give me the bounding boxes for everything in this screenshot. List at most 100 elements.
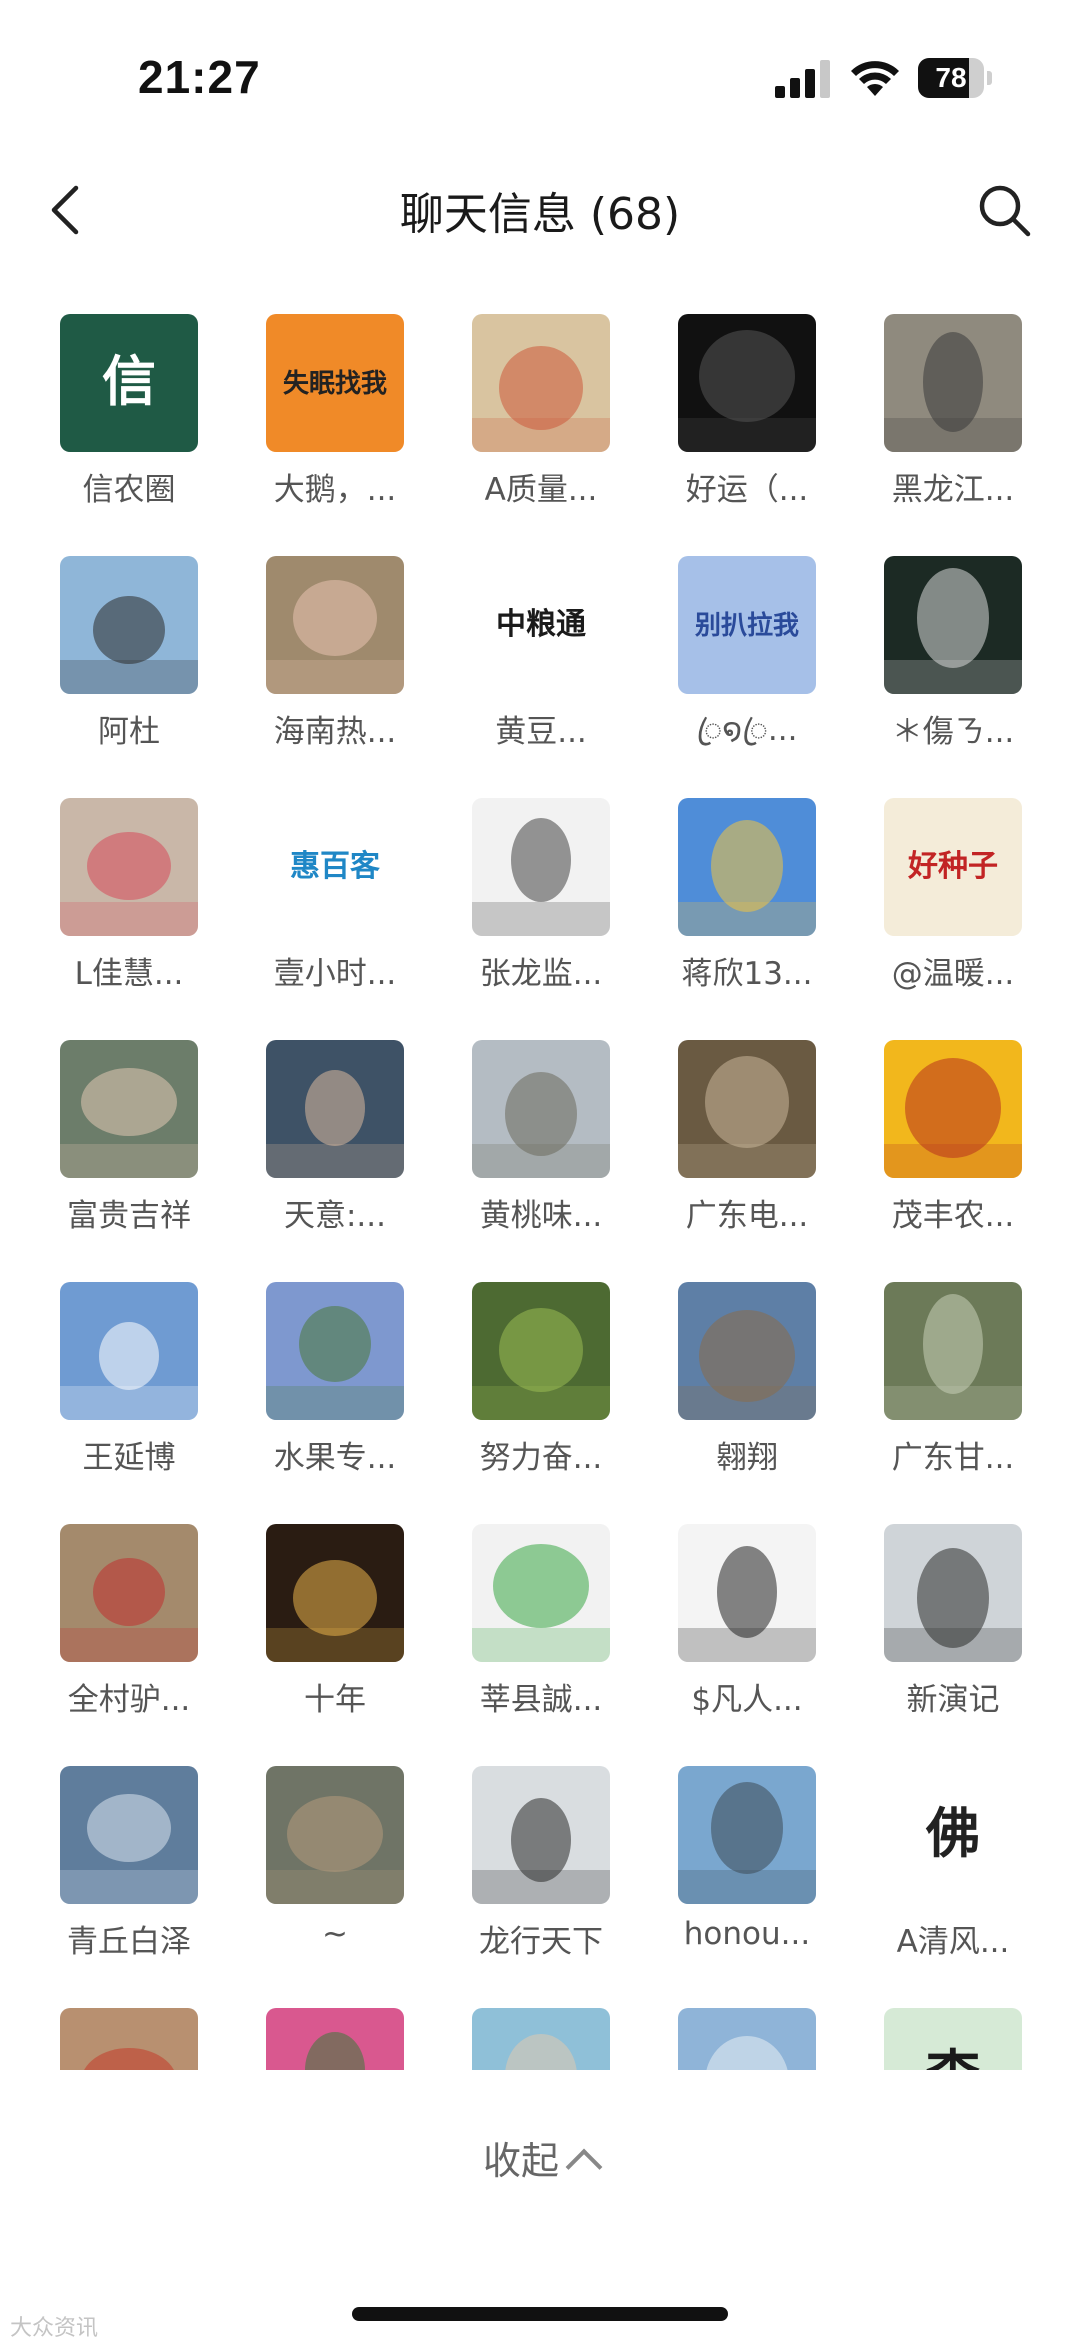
collapse-button[interactable]: 收起 xyxy=(0,2130,1080,2186)
avatar[interactable]: 别扒拉我 xyxy=(678,556,816,694)
avatar[interactable] xyxy=(266,1524,404,1662)
avatar-text: 好种子 xyxy=(907,849,998,884)
avatar[interactable] xyxy=(472,798,610,936)
avatar[interactable] xyxy=(472,2008,610,2070)
home-indicator[interactable] xyxy=(352,2307,728,2321)
avatar[interactable]: 惠百客 xyxy=(266,798,404,936)
avatar[interactable] xyxy=(678,1766,816,1904)
member-item[interactable]: 龙行天下 xyxy=(472,1766,642,1986)
member-name: honou... xyxy=(683,1916,811,1952)
member-item[interactable]: 海南热... xyxy=(266,556,436,776)
avatar[interactable] xyxy=(60,1524,198,1662)
avatar[interactable] xyxy=(60,2008,198,2070)
member-item[interactable]: 天意:... xyxy=(266,1040,436,1260)
avatar[interactable]: 佛 xyxy=(884,1766,1022,1904)
member-name: ＊傷ㄋ... xyxy=(891,714,1015,750)
member-item[interactable] xyxy=(60,2008,230,2070)
member-name: 阿杜 xyxy=(98,714,160,750)
avatar[interactable] xyxy=(60,556,198,694)
avatar[interactable] xyxy=(472,1766,610,1904)
status-bar: 21:27 78 xyxy=(0,0,1080,160)
avatar[interactable] xyxy=(884,1282,1022,1420)
avatar[interactable] xyxy=(678,798,816,936)
member-item[interactable]: ＊傷ㄋ... xyxy=(884,556,1040,776)
avatar[interactable] xyxy=(678,2008,816,2070)
avatar[interactable] xyxy=(472,1524,610,1662)
member-name: 大鹅，... xyxy=(273,472,397,508)
member-name: 新演记 xyxy=(906,1682,1000,1718)
avatar[interactable]: 中粮通 xyxy=(472,556,610,694)
avatar[interactable] xyxy=(884,556,1022,694)
member-item[interactable]: 阿杜 xyxy=(60,556,230,776)
avatar[interactable] xyxy=(60,1040,198,1178)
avatar[interactable] xyxy=(678,1282,816,1420)
status-time: 21:27 xyxy=(138,51,261,103)
member-name: 壹小时... xyxy=(273,956,397,992)
search-icon[interactable] xyxy=(976,182,1034,240)
member-item[interactable]: 广东甘... xyxy=(884,1282,1040,1502)
member-item[interactable]: 青丘白泽 xyxy=(60,1766,230,1986)
member-item[interactable]: 信信农圈 xyxy=(60,314,230,534)
watermark: 大众资讯 xyxy=(10,2316,99,2341)
member-item[interactable]: 水果专... xyxy=(266,1282,436,1502)
member-item[interactable]: 中粮通 黄豆... xyxy=(472,556,642,776)
member-item[interactable]: 黄桃味... xyxy=(472,1040,642,1260)
avatar[interactable]: 信 xyxy=(60,314,198,452)
avatar[interactable] xyxy=(678,1524,816,1662)
member-item[interactable]: honou... xyxy=(678,1766,848,1986)
member-item[interactable] xyxy=(678,2008,848,2070)
avatar[interactable] xyxy=(472,1040,610,1178)
member-item[interactable]: 黑龙江... xyxy=(884,314,1040,534)
avatar[interactable] xyxy=(60,1282,198,1420)
member-name: 龙行天下 xyxy=(479,1924,603,1960)
member-item[interactable]: 十年 xyxy=(266,1524,436,1744)
member-item[interactable]: 莘县誠... xyxy=(472,1524,642,1744)
avatar[interactable] xyxy=(266,1766,404,1904)
member-item[interactable]: 李 xyxy=(884,2008,1040,2070)
avatar[interactable] xyxy=(472,314,610,452)
member-item[interactable]: 好运（... xyxy=(678,314,848,534)
member-item[interactable]: $凡人... xyxy=(678,1524,848,1744)
member-item[interactable] xyxy=(472,2008,642,2070)
member-item[interactable]: ~ xyxy=(266,1766,436,1986)
avatar[interactable] xyxy=(266,2008,404,2070)
member-item[interactable]: 翱翔 xyxy=(678,1282,848,1502)
member-item[interactable]: 失眠找我大鹅，... xyxy=(266,314,436,534)
member-item[interactable]: 佛 A清风... xyxy=(884,1766,1040,1986)
member-name: 天意:... xyxy=(283,1198,386,1234)
avatar[interactable] xyxy=(266,1040,404,1178)
member-item[interactable]: 努力奋... xyxy=(472,1282,642,1502)
avatar[interactable]: 好种子 xyxy=(884,798,1022,936)
member-name: 翱翔 xyxy=(716,1440,778,1476)
member-item[interactable]: 新演记 xyxy=(884,1524,1040,1744)
member-item[interactable]: 全村驴... xyxy=(60,1524,230,1744)
member-item[interactable]: 张龙监... xyxy=(472,798,642,1018)
avatar[interactable] xyxy=(266,556,404,694)
member-name: 青丘白泽 xyxy=(67,1924,191,1960)
avatar[interactable] xyxy=(884,1040,1022,1178)
avatar[interactable] xyxy=(266,1282,404,1420)
member-item[interactable]: 富贵吉祥 xyxy=(60,1040,230,1260)
member-item[interactable]: 广东电... xyxy=(678,1040,848,1260)
avatar[interactable] xyxy=(678,314,816,452)
avatar[interactable] xyxy=(678,1040,816,1178)
member-name: 信农圈 xyxy=(82,472,176,508)
avatar[interactable] xyxy=(60,1766,198,1904)
battery-icon: 78 xyxy=(918,58,992,98)
avatar[interactable] xyxy=(472,1282,610,1420)
member-item[interactable]: A质量... xyxy=(472,314,642,534)
member-item[interactable]: L佳慧... xyxy=(60,798,230,1018)
member-item[interactable]: 王延博 xyxy=(60,1282,230,1502)
avatar[interactable] xyxy=(60,798,198,936)
member-item[interactable]: 好种子 @温暖... xyxy=(884,798,1040,1018)
member-item[interactable]: 惠百客壹小时... xyxy=(266,798,436,1018)
avatar[interactable] xyxy=(884,314,1022,452)
avatar[interactable] xyxy=(884,1524,1022,1662)
member-item[interactable]: 蒋欣13... xyxy=(678,798,848,1018)
avatar[interactable]: 失眠找我 xyxy=(266,314,404,452)
member-item[interactable]: 茂丰农... xyxy=(884,1040,1040,1260)
avatar-text: 别扒拉我 xyxy=(694,610,799,641)
member-item[interactable] xyxy=(266,2008,436,2070)
avatar[interactable]: 李 xyxy=(884,2008,1022,2070)
member-item[interactable]: 别扒拉我ꦿ໑ꦿ... xyxy=(678,556,848,776)
